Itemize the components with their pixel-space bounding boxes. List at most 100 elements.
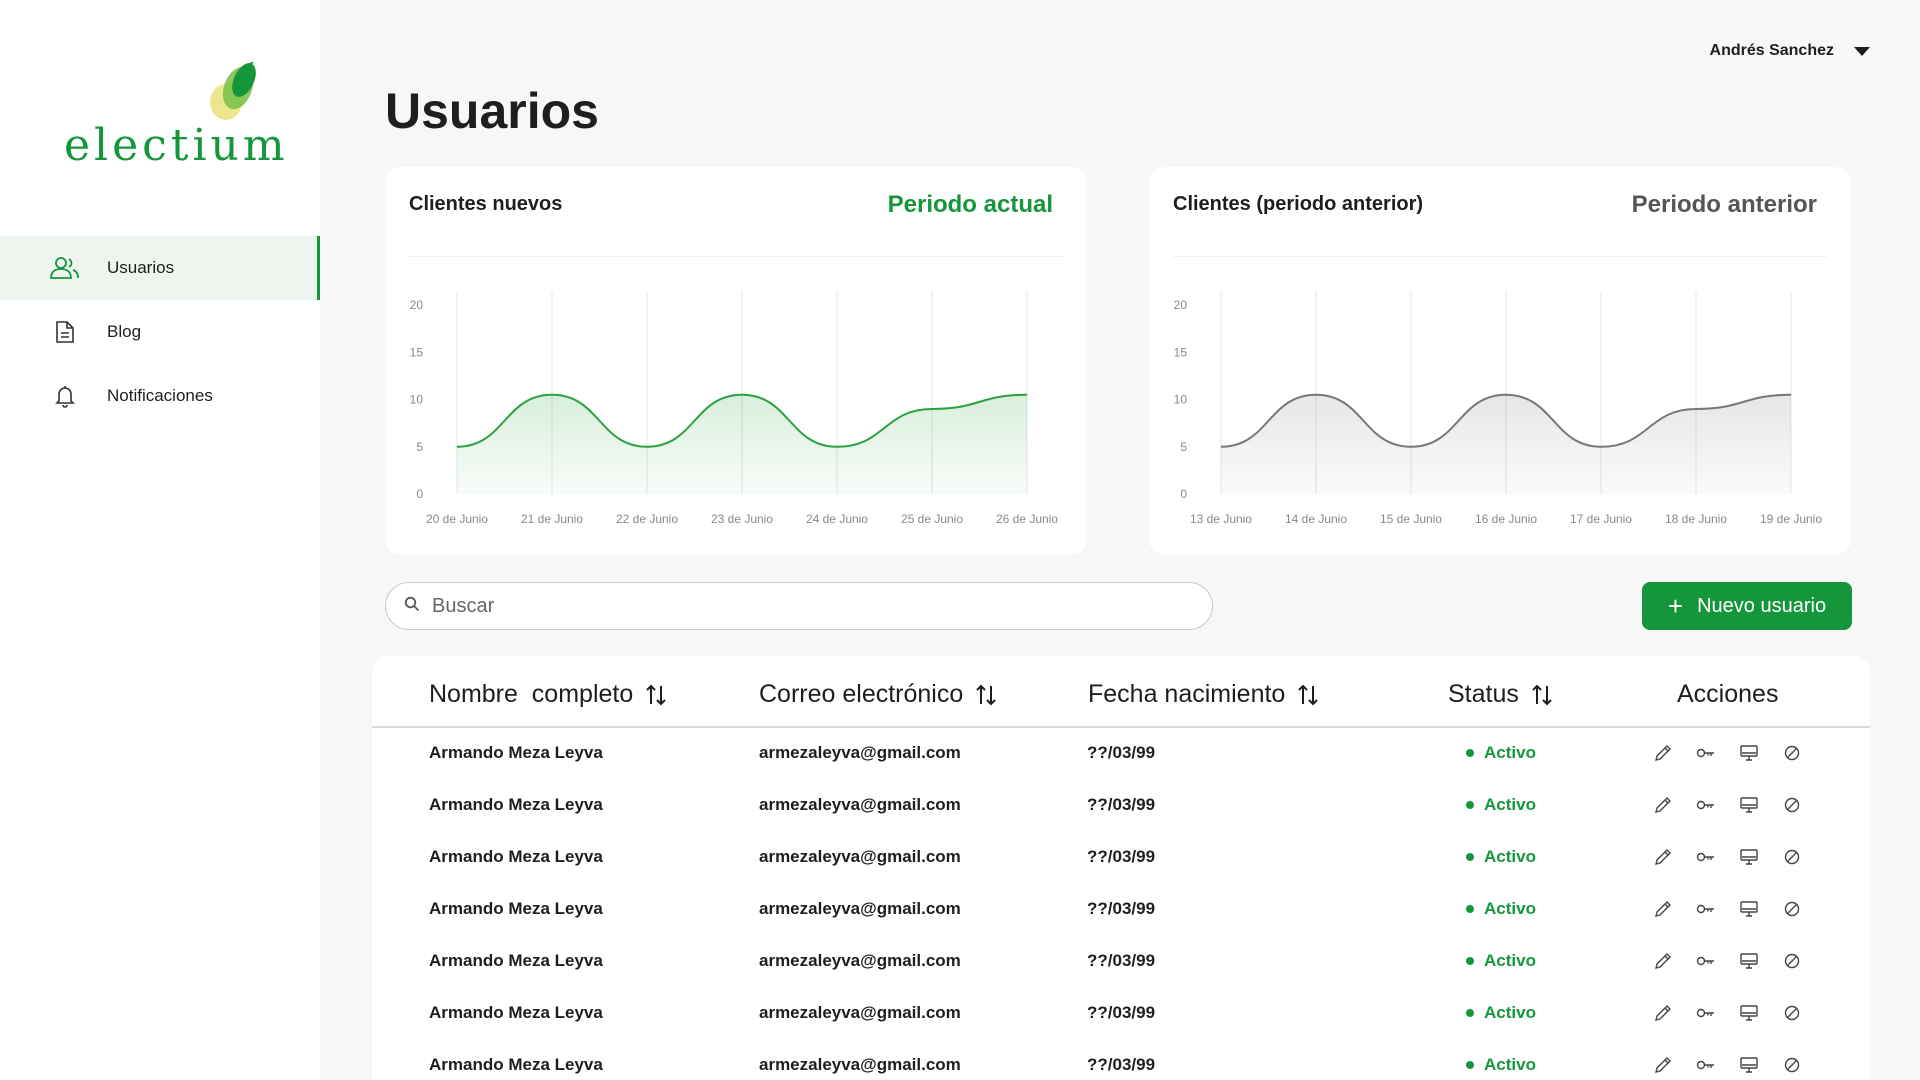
x-tick-label: 19 de Junio — [1760, 512, 1822, 526]
status-label: Activo — [1484, 951, 1536, 970]
sort-icon[interactable] — [645, 682, 667, 708]
column-header-label: Correo electrónico — [759, 680, 964, 708]
table-row: Armando Meza Leyva armezaleyva@gmail.com?… — [372, 884, 1870, 936]
cell-birthdate: ??/03/99 — [1087, 795, 1156, 814]
sort-icon[interactable] — [1297, 682, 1319, 708]
sidebar-item-notificaciones[interactable]: Notificaciones — [0, 364, 320, 428]
column-header-name[interactable]: Nombre completo — [429, 680, 667, 709]
new-user-button[interactable]: + Nuevo usuario — [1642, 582, 1852, 630]
status-dot — [1466, 1009, 1474, 1017]
data-point — [456, 446, 458, 448]
block-icon[interactable] — [1781, 898, 1803, 920]
monitor-icon[interactable] — [1738, 846, 1760, 868]
plus-icon: + — [1667, 591, 1684, 621]
block-icon[interactable] — [1781, 1054, 1803, 1076]
cell-email: armezaleyva@gmail.com — [759, 899, 961, 918]
sort-icon[interactable] — [975, 682, 997, 708]
logo[interactable]: electium — [64, 62, 285, 172]
key-icon[interactable] — [1695, 742, 1717, 764]
card-title: Clientes nuevos — [409, 193, 563, 215]
monitor-icon[interactable] — [1738, 794, 1760, 816]
data-point — [1410, 446, 1412, 448]
cell-name: Armando Meza Leyva — [429, 899, 603, 918]
block-icon[interactable] — [1781, 846, 1803, 868]
status-badge: Activo — [1466, 951, 1536, 971]
column-header-actions: Acciones — [1677, 680, 1778, 709]
sort-icon[interactable] — [1531, 682, 1553, 708]
x-tick-label: 13 de Junio — [1190, 512, 1252, 526]
users-icon — [50, 256, 80, 280]
block-icon[interactable] — [1781, 794, 1803, 816]
cell-name: Armando Meza Leyva — [429, 951, 603, 970]
monitor-icon[interactable] — [1738, 1002, 1760, 1024]
sidebar-item-usuarios[interactable]: Usuarios — [0, 236, 320, 300]
column-header-status[interactable]: Status — [1448, 680, 1553, 709]
monitor-icon[interactable] — [1738, 1054, 1760, 1076]
status-badge: Activo — [1466, 1055, 1536, 1075]
sidebar-nav: Usuarios Blog Notificaciones — [0, 236, 320, 428]
key-icon[interactable] — [1695, 846, 1717, 868]
data-point — [741, 394, 743, 396]
x-tick-label: 18 de Junio — [1665, 512, 1727, 526]
table-row: Armando Meza Leyva armezaleyva@gmail.com?… — [372, 832, 1870, 884]
table-row: Armando Meza Leyva armezaleyva@gmail.com?… — [372, 936, 1870, 988]
x-tick-label: 23 de Junio — [711, 512, 773, 526]
edit-icon[interactable] — [1652, 898, 1674, 920]
edit-icon[interactable] — [1652, 1002, 1674, 1024]
chart-current: 0 5 10 15 20 20 de Junio 21 de Junio 22 de Juni… — [410, 291, 1058, 526]
key-icon[interactable] — [1695, 1054, 1717, 1076]
status-dot — [1466, 957, 1474, 965]
status-label: Activo — [1484, 847, 1536, 866]
x-tick-label: 15 de Junio — [1380, 512, 1442, 526]
cell-birthdate: ??/03/99 — [1087, 899, 1156, 918]
status-badge: Activo — [1466, 899, 1536, 919]
y-tick-label: 10 — [410, 393, 424, 407]
column-header-label: Status — [1448, 680, 1519, 708]
cell-birthdate: ??/03/99 — [1087, 847, 1156, 866]
key-icon[interactable] — [1695, 794, 1717, 816]
data-point — [1505, 394, 1507, 396]
monitor-icon[interactable] — [1738, 898, 1760, 920]
column-header-label: Acciones — [1677, 680, 1779, 708]
y-tick-label: 0 — [1180, 487, 1187, 501]
key-icon[interactable] — [1695, 1002, 1717, 1024]
data-point — [551, 394, 553, 396]
search-input[interactable] — [432, 594, 1192, 618]
column-header-email[interactable]: Correo electrónico — [759, 680, 997, 709]
edit-icon[interactable] — [1652, 950, 1674, 972]
edit-icon[interactable] — [1652, 742, 1674, 764]
search-box[interactable] — [385, 582, 1213, 630]
edit-icon[interactable] — [1652, 846, 1674, 868]
card-period-label: Periodo anterior — [1631, 191, 1817, 218]
column-header-birthdate[interactable]: Fecha nacimiento — [1088, 680, 1319, 709]
chevron-down-icon[interactable] — [1854, 46, 1870, 56]
x-tick-label: 25 de Junio — [901, 512, 963, 526]
status-dot — [1466, 801, 1474, 809]
key-icon[interactable] — [1695, 898, 1717, 920]
monitor-icon[interactable] — [1738, 950, 1760, 972]
monitor-icon[interactable] — [1738, 742, 1760, 764]
card-divider — [1173, 256, 1827, 257]
edit-icon[interactable] — [1652, 794, 1674, 816]
y-tick-label: 20 — [1174, 298, 1188, 312]
chart-previous: 0 5 10 15 20 13 de Junio 14 de Junio 15 de Juni… — [1174, 291, 1822, 526]
x-tick-label: 22 de Junio — [616, 512, 678, 526]
column-header-label: Nombre completo — [429, 680, 634, 708]
x-tick-label: 14 de Junio — [1285, 512, 1347, 526]
data-point — [1600, 446, 1602, 448]
block-icon[interactable] — [1781, 950, 1803, 972]
status-label: Activo — [1484, 1055, 1536, 1074]
data-point — [1315, 394, 1317, 396]
row-actions — [1652, 846, 1824, 868]
edit-icon[interactable] — [1652, 1054, 1674, 1076]
cell-email: armezaleyva@gmail.com — [759, 795, 961, 814]
data-point — [836, 446, 838, 448]
block-icon[interactable] — [1781, 1002, 1803, 1024]
key-icon[interactable] — [1695, 950, 1717, 972]
status-label: Activo — [1484, 743, 1536, 762]
sidebar-item-blog[interactable]: Blog — [0, 300, 320, 364]
chart-card-previous: 0 5 10 15 20 13 de Junio 14 de Junio 15 de Juni… — [1149, 167, 1851, 555]
user-name: Andrés Sanchez — [1709, 42, 1834, 59]
block-icon[interactable] — [1781, 742, 1803, 764]
user-menu[interactable]: Andrés Sanchez — [1710, 42, 1870, 60]
